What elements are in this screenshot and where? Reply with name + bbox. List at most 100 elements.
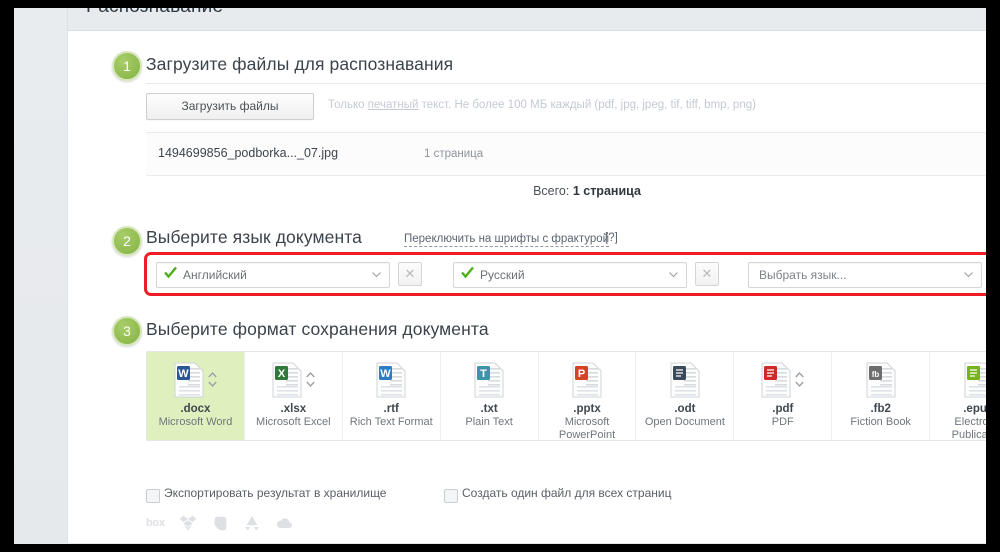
single-file-label: Создать один файл для всех страниц: [462, 486, 672, 500]
format-icon-wrap: [636, 360, 733, 400]
checkmark-icon: [164, 266, 177, 279]
ocr-page-content: Распознавание 1 Загрузите файлы для расп…: [68, 8, 986, 544]
format-name: Microsoft Word: [158, 416, 233, 428]
step-badge-2: 2: [112, 226, 142, 256]
storage-services-row: box: [146, 514, 293, 532]
chevron-down-icon: [372, 272, 381, 277]
spinner-updown-icon[interactable]: [795, 370, 804, 390]
format-extension: .rtf: [383, 403, 399, 415]
format-extension: .xlsx: [280, 403, 307, 415]
format-name: Rich Text Format: [349, 416, 433, 428]
step-title-2: Выберите язык документа: [146, 227, 362, 247]
dropbox-icon[interactable]: [179, 514, 197, 532]
svg-text:W: W: [178, 368, 189, 380]
format-extension: .txt: [480, 403, 498, 415]
evernote-icon[interactable]: [211, 514, 229, 532]
format-card-txt[interactable]: T .txt Plain Text: [441, 352, 539, 440]
format-icon-wrap: [930, 360, 986, 400]
clear-language-2-icon[interactable]: ✕: [695, 262, 719, 286]
format-extension: .odt: [674, 403, 696, 415]
format-name: Electronic Publication: [951, 416, 986, 441]
total-pages-row: Всего: 1 страница: [146, 184, 986, 198]
upload-hint: Только печатный текст. Не более 100 МБ к…: [328, 99, 756, 111]
export-to-storage-label: Экспортировать результат в хранилище: [164, 486, 387, 500]
format-card-epub[interactable]: .epubElectronic Publication: [930, 352, 986, 441]
total-label: Всего:: [533, 184, 570, 198]
format-extension: .pdf: [772, 403, 794, 415]
step-title-3: Выберите формат сохранения документа: [146, 319, 489, 339]
step-title-1: Загрузите файлы для распознавания: [146, 54, 454, 74]
format-card-fb2[interactable]: fb .fb2 Fiction Book: [832, 352, 931, 440]
svg-text:W: W: [381, 368, 392, 380]
text-doc-icon: T: [474, 362, 504, 398]
opendocument-doc-icon: [670, 362, 700, 398]
upload-files-button[interactable]: Загрузить файлы: [146, 93, 314, 120]
file-list-row: 1494699856_podborka..._07.jpg 1 страница: [146, 132, 986, 176]
spinner-updown-icon[interactable]: [208, 370, 217, 390]
format-name: Microsoft PowerPoint: [558, 416, 616, 441]
language-select-1-value: Английский: [183, 268, 247, 282]
format-selector: W .docx Microsoft Word X .xlsx Microsoft Exce…: [146, 351, 986, 441]
format-name: Plain Text: [465, 416, 513, 428]
single-file-checkbox[interactable]: [444, 489, 458, 503]
language-select-3[interactable]: Выбрать язык...: [748, 262, 982, 288]
format-extension: .fb2: [870, 403, 891, 415]
language-select-2-value: Русский: [480, 268, 525, 282]
fraktur-toggle-link[interactable]: Переключить на шрифты с фрактурой: [404, 233, 610, 247]
format-icon-wrap: X: [245, 360, 342, 400]
language-select-1[interactable]: Английский: [156, 262, 390, 288]
file-name: 1494699856_podborka..._07.jpg: [158, 146, 339, 160]
format-card-rtf[interactable]: W .rtf Rich Text Format: [343, 352, 441, 440]
format-card-pdf[interactable]: .pdf PDF: [734, 352, 833, 440]
checkmark-icon: [461, 266, 474, 279]
powerpoint-doc-icon: P: [572, 362, 602, 398]
format-card-pptx[interactable]: P .pptx Microsoft PowerPoint: [539, 352, 637, 441]
upload-panel: Загрузить файлы Только печатный текст. Н…: [146, 83, 986, 214]
box-icon[interactable]: box: [146, 517, 165, 529]
google-drive-icon[interactable]: [243, 514, 261, 532]
svg-text:X: X: [278, 368, 286, 380]
format-card-odt[interactable]: .odt Open Document: [636, 352, 735, 440]
format-icon-wrap: W: [147, 360, 244, 400]
language-select-2[interactable]: Русский: [453, 262, 687, 288]
format-icon-wrap: [734, 360, 831, 400]
rtf-doc-icon: W: [376, 362, 406, 398]
format-icon-wrap: T: [441, 360, 538, 400]
svg-text:fb: fb: [871, 370, 879, 379]
step-badge-1: 1: [112, 51, 142, 81]
file-page-count: 1 страница: [424, 148, 484, 160]
onedrive-icon[interactable]: [275, 514, 293, 532]
browser-viewport: Распознавание 1 Загрузите файлы для расп…: [14, 8, 986, 544]
format-extension: .pptx: [573, 403, 601, 415]
upload-hint-underlined: печатный: [367, 99, 419, 111]
format-extension: .docx: [180, 403, 211, 415]
format-name: PDF: [771, 416, 794, 428]
fraktur-help-icon[interactable]: [?]: [605, 232, 618, 244]
chevron-down-icon: [669, 272, 678, 277]
pdf-doc-icon: [761, 362, 791, 398]
format-icon-wrap: W: [343, 360, 440, 400]
upload-hint-prefix: Только: [328, 99, 368, 111]
format-icon-wrap: P: [539, 360, 636, 400]
clear-language-1-icon[interactable]: ✕: [398, 262, 422, 286]
svg-text:T: T: [480, 368, 487, 380]
excel-doc-icon: X: [272, 362, 302, 398]
spinner-updown-icon[interactable]: [306, 370, 315, 390]
upload-hint-suffix: текст. Не более 100 МБ каждый (pdf, jpg,…: [418, 99, 756, 111]
format-name: Microsoft Excel: [256, 416, 331, 428]
svg-text:P: P: [578, 368, 585, 380]
export-to-storage-checkbox[interactable]: [146, 489, 160, 503]
format-icon-wrap: fb: [832, 360, 929, 400]
language-select-3-value: Выбрать язык...: [759, 268, 847, 282]
format-name: Open Document: [644, 416, 725, 428]
total-value: 1 страница: [572, 184, 641, 198]
page-title: Распознавание: [86, 8, 223, 18]
format-card-xlsx[interactable]: X .xlsx Microsoft Excel: [245, 352, 343, 440]
bottom-divider: [68, 543, 986, 544]
word-doc-icon: W: [174, 362, 204, 398]
format-name: Fiction Book: [850, 416, 911, 428]
chevron-down-icon: [964, 272, 973, 277]
step-badge-3: 3: [112, 316, 142, 346]
epub-doc-icon: [964, 362, 986, 398]
format-card-docx[interactable]: W .docx Microsoft Word: [147, 352, 245, 440]
